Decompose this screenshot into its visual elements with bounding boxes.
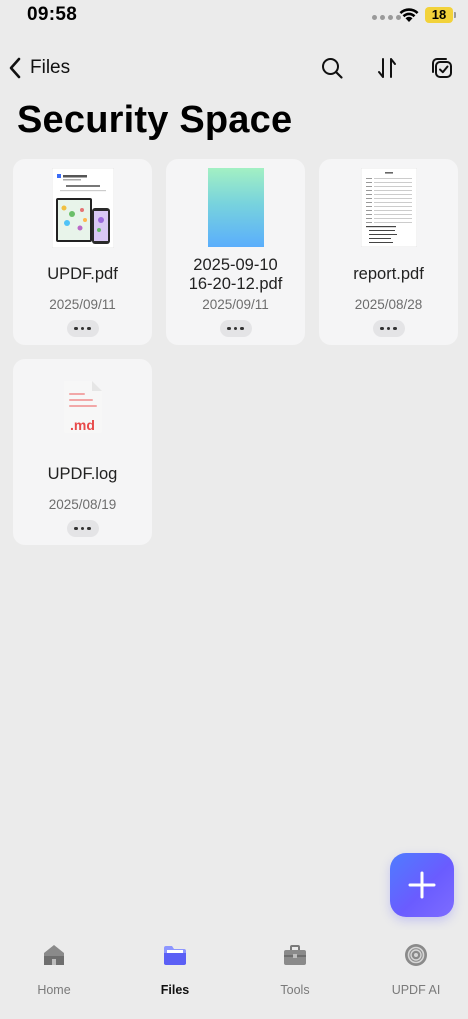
more-options-button[interactable] [372, 320, 405, 337]
file-card[interactable]: 2025-09-10 16-20-12.pdf 2025/09/11 [166, 159, 305, 345]
sort-icon [378, 58, 396, 78]
toolbox-icon [284, 945, 306, 965]
folder-icon [164, 946, 186, 965]
status-bar: 09:58 18 [0, 0, 468, 34]
battery-indicator: 18 [425, 7, 453, 23]
select-button[interactable] [428, 54, 456, 82]
file-date: 2025/08/19 [48, 497, 117, 512]
tab-label: Tools [280, 983, 310, 997]
file-date: 2025/08/28 [354, 297, 423, 312]
chevron-left-icon [9, 57, 21, 79]
page-title: Security Space [17, 99, 293, 141]
more-options-button[interactable] [66, 320, 99, 337]
updf-doc-preview [51, 168, 114, 248]
back-button[interactable]: Files [8, 52, 70, 84]
tab-label: Files [160, 983, 190, 997]
add-file-button[interactable] [390, 853, 454, 917]
file-card[interactable]: report.pdf 2025/08/28 [319, 159, 458, 345]
search-icon [322, 58, 343, 79]
file-card[interactable]: .md UPDF.log 2025/08/19 [13, 359, 152, 545]
file-name: 2025-09-10 16-20-12.pdf [188, 256, 283, 293]
report-doc-preview [360, 168, 417, 247]
wifi-icon [399, 8, 419, 22]
gradient-preview [207, 168, 264, 247]
file-date: 2025/09/11 [202, 297, 269, 312]
more-options-button[interactable] [219, 320, 252, 337]
more-options-button[interactable] [66, 520, 99, 537]
sort-button[interactable] [373, 54, 401, 82]
back-label: Files [30, 57, 71, 78]
tab-label: Home [37, 983, 71, 997]
file-date: 2025/09/11 [49, 297, 116, 312]
tab-files[interactable]: Files [130, 940, 220, 1000]
file-card[interactable]: UPDF.pdf 2025/09/11 [13, 159, 152, 345]
tab-home[interactable]: Home [9, 940, 99, 1000]
plus-icon [408, 871, 436, 899]
home-icon [44, 945, 64, 965]
md-file-icon: .md [60, 379, 106, 435]
tab-updf-ai[interactable]: UPDF AI [371, 940, 461, 1000]
ai-icon [405, 944, 427, 966]
cellular-signal-icon [372, 15, 401, 20]
tab-label: UPDF AI [391, 983, 441, 997]
file-name: UPDF.pdf [47, 265, 118, 283]
md-file-label: .md [70, 417, 95, 433]
file-name: report.pdf [353, 265, 424, 283]
search-button[interactable] [318, 54, 346, 82]
status-time: 09:58 [27, 4, 78, 25]
battery-nub [454, 12, 456, 18]
select-icon [432, 58, 452, 78]
tab-tools[interactable]: Tools [250, 940, 340, 1000]
nav-bar: Files [0, 44, 468, 92]
file-name: UPDF.log [47, 465, 118, 483]
tab-bar: Home Files Tools UPDF AI [0, 930, 468, 1019]
